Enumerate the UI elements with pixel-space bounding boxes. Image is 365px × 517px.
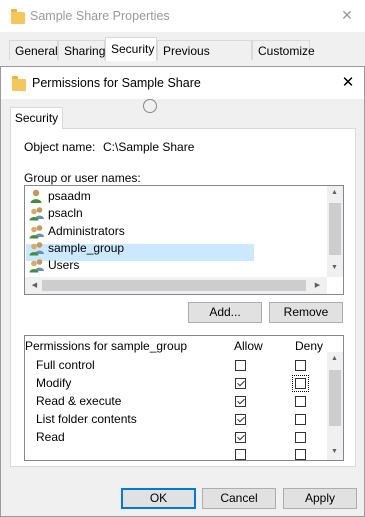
permissions-list[interactable]: Permissions for sample_group Allow Deny … <box>24 335 344 461</box>
group-icon <box>29 258 45 273</box>
permission-row: Read <box>25 428 325 446</box>
tab-sharing[interactable]: Sharing <box>58 40 105 60</box>
user-name: Administrators <box>48 223 125 238</box>
remove-button[interactable]: Remove <box>269 302 343 323</box>
users-scroll-thumb[interactable] <box>329 203 341 255</box>
permissions-header: Permissions for sample_group <box>25 339 188 353</box>
permission-label: Modify <box>36 376 72 390</box>
scroll-up-icon[interactable]: ▲ <box>327 189 342 196</box>
permissions-vertical-scrollbar[interactable]: ▲ ▼ <box>327 352 343 460</box>
permission-row: Read & execute <box>25 392 325 410</box>
add-button[interactable]: Add... <box>188 302 262 323</box>
group-or-user-names-label: Group or user names: <box>24 171 141 185</box>
allow-checkbox[interactable] <box>235 414 246 425</box>
group-icon <box>29 206 45 221</box>
user-name: Users <box>48 258 80 273</box>
apply-button[interactable]: Apply <box>283 488 357 509</box>
properties-window-title: Sample Share Properties <box>30 9 170 23</box>
permissions-title-bar: Permissions for Sample Share ✕ <box>1 67 364 99</box>
deny-checkbox[interactable] <box>295 414 306 425</box>
tab-security[interactable]: Security <box>105 37 157 61</box>
users-vertical-scrollbar[interactable]: ▲ ▼ <box>327 186 343 277</box>
scroll-right-icon[interactable]: ▶ <box>310 281 325 289</box>
user-list-item[interactable]: Users <box>29 257 254 274</box>
security-panel: Object name: C:\Sample Share Group or us… <box>10 128 356 467</box>
permission-row: List folder contents <box>25 410 325 428</box>
scroll-up-icon[interactable]: ▲ <box>327 355 342 362</box>
deny-checkbox[interactable] <box>295 396 306 407</box>
user-list-item[interactable]: psaadm <box>29 188 254 205</box>
allow-checkbox[interactable] <box>235 432 246 443</box>
user-name: sample_group <box>48 240 125 255</box>
allow-checkbox[interactable] <box>235 360 246 371</box>
scroll-left-icon[interactable]: ◀ <box>27 281 42 289</box>
permission-row: Modify <box>25 374 325 392</box>
user-name: psaadm <box>48 189 91 203</box>
deny-checkbox[interactable] <box>295 432 306 443</box>
tab-security[interactable]: Security <box>10 107 63 129</box>
permission-label: Full control <box>36 358 95 372</box>
deny-checkbox[interactable] <box>292 375 309 392</box>
permissions-dialog: Permissions for Sample Share ✕ Security … <box>0 66 365 517</box>
properties-close-icon[interactable]: ✕ <box>340 7 354 24</box>
permission-row: Full control <box>25 356 325 374</box>
allow-column-header: Allow <box>234 339 263 353</box>
permissions-scroll-thumb[interactable] <box>329 370 341 426</box>
ok-button[interactable]: OK <box>121 488 196 509</box>
allow-checkbox[interactable] <box>235 396 246 407</box>
permission-label: Read <box>36 430 65 444</box>
users-hscroll-thumb[interactable] <box>42 280 306 291</box>
folder-icon <box>12 76 26 91</box>
user-list-item[interactable]: psacln <box>29 205 254 222</box>
scroll-down-icon[interactable]: ▼ <box>327 264 342 271</box>
tab-customize[interactable]: Customize <box>252 40 315 60</box>
users-horizontal-scrollbar[interactable]: ◀ ▶ <box>25 277 327 294</box>
users-list[interactable]: psaadm psacln Administrators sample_group Us… <box>24 185 344 295</box>
permission-label: Read & execute <box>36 394 122 408</box>
user-list-item[interactable]: Administrators <box>29 223 254 240</box>
allow-checkbox[interactable] <box>235 378 246 389</box>
group-icon <box>29 241 45 256</box>
tab-previous-versions[interactable]: Previous Versions <box>157 40 252 78</box>
user-name: psacln <box>48 206 83 221</box>
user-list-item[interactable]: sample_group <box>29 240 254 257</box>
object-name-label: Object name: <box>24 140 96 154</box>
tab-general[interactable]: General <box>9 40 58 60</box>
single-user-icon <box>29 189 45 204</box>
dialog-title: Permissions for Sample Share <box>32 76 201 90</box>
object-name-value: C:\Sample Share <box>103 140 195 154</box>
deny-checkbox[interactable] <box>295 449 306 460</box>
permission-label: List folder contents <box>36 412 137 426</box>
deny-column-header: Deny <box>295 339 324 353</box>
scroll-down-icon[interactable]: ▼ <box>327 448 342 455</box>
dialog-close-icon[interactable]: ✕ <box>341 73 355 91</box>
deny-checkbox[interactable] <box>295 360 306 371</box>
properties-title-bar: Sample Share Properties ✕ <box>0 0 365 32</box>
group-icon <box>29 224 45 239</box>
busy-cursor-icon <box>143 99 157 113</box>
folder-icon <box>11 9 25 24</box>
allow-checkbox[interactable] <box>235 449 246 460</box>
cancel-button[interactable]: Cancel <box>202 488 276 509</box>
